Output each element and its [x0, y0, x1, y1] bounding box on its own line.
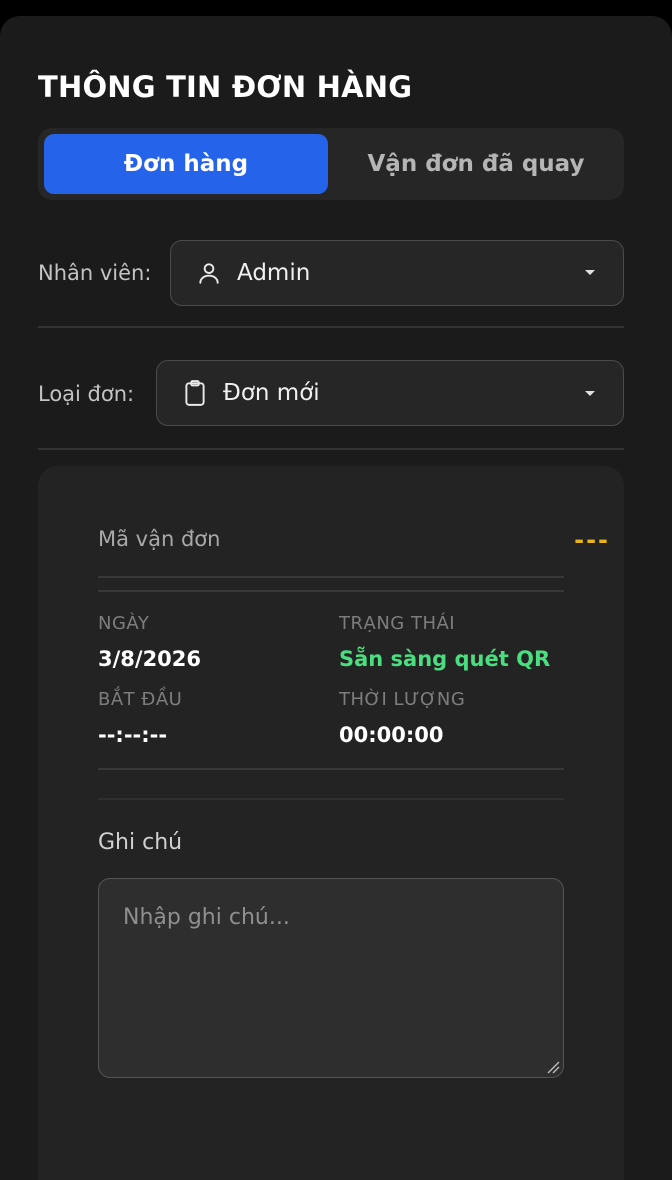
page-title: THÔNG TIN ĐƠN HÀNG: [38, 70, 413, 104]
order-type-value: Đơn mới: [223, 380, 320, 406]
staff-label: Nhân viên:: [38, 261, 152, 285]
clipboard-icon: [181, 379, 209, 407]
chevron-down-icon: [585, 270, 595, 275]
divider: [98, 576, 564, 578]
chevron-down-icon: [585, 391, 595, 396]
start-time-value: --:--:--: [98, 723, 168, 747]
notes-textarea[interactable]: [98, 878, 564, 1078]
staff-value: Admin: [237, 260, 311, 286]
start-time-label: BẮT ĐẦU: [98, 689, 183, 710]
notes-label: Ghi chú: [98, 830, 183, 855]
status-label: TRẠNG THÁI: [339, 613, 456, 634]
duration-value: 00:00:00: [339, 723, 444, 747]
date-label: NGÀY: [98, 613, 150, 634]
status-value: Sẵn sàng quét QR: [339, 647, 551, 671]
divider: [38, 448, 624, 450]
tab-orders[interactable]: Đơn hàng: [44, 134, 328, 194]
tab-bar: Đơn hàng Vận đơn đã quay: [38, 128, 624, 200]
date-value: 3/8/2026: [98, 647, 202, 671]
tracking-value: ---: [574, 526, 610, 554]
tab-recorded-shipments[interactable]: Vận đơn đã quay: [334, 134, 618, 194]
tracking-label: Mã vận đơn: [98, 527, 221, 551]
divider: [38, 326, 624, 328]
resize-handle-icon[interactable]: [546, 1060, 560, 1074]
user-icon: [195, 259, 223, 287]
duration-label: THỜI LƯỢNG: [339, 689, 466, 710]
order-type-label: Loại đơn:: [38, 382, 135, 406]
divider: [98, 768, 564, 770]
staff-select[interactable]: Admin: [170, 240, 624, 306]
divider: [98, 798, 564, 800]
order-type-select[interactable]: Đơn mới: [156, 360, 624, 426]
divider: [98, 590, 564, 592]
